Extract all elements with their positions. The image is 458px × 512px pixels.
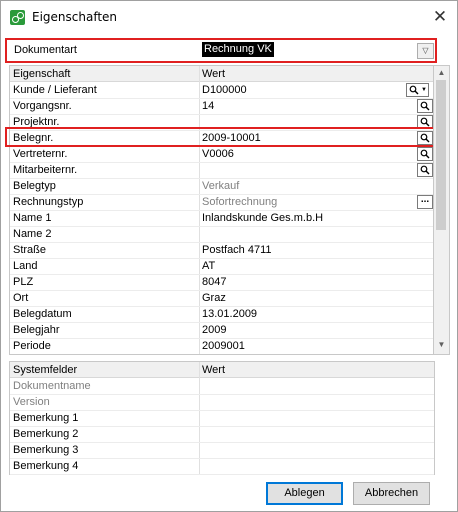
property-label: Ort [13,292,29,304]
document-type-select[interactable]: Rechnung VK [202,42,274,57]
property-label: Projektnr. [13,116,60,128]
property-label: Vertreternr. [13,148,68,160]
system-fields-grid: Systemfelder Wert Dokumentname Version B… [9,361,435,475]
lookup-search-icon[interactable] [417,115,433,129]
property-value: Sofortrechnung [202,196,278,208]
property-label: Periode [13,340,51,352]
lookup-search-icon[interactable] [417,147,433,161]
system-row-version[interactable]: Version [10,394,434,411]
column-header-value: Wert [202,364,226,376]
property-value[interactable]: V0006 [202,148,234,160]
system-field-label: Bemerkung 1 [13,412,79,424]
property-row-ort[interactable]: Ort Graz [10,290,434,307]
property-row-vertreternr[interactable]: Vertreternr. V0006 [10,146,434,163]
properties-scrollbar[interactable]: ▲ ▼ [433,65,450,355]
system-row-dokumentname[interactable]: Dokumentname [10,378,434,395]
property-row-name2[interactable]: Name 2 [10,226,434,243]
document-type-row: Dokumentart Rechnung VK ▽ [5,38,437,63]
column-header-property: Eigenschaft [13,68,71,80]
column-header-systemfelder: Systemfelder [13,364,78,376]
property-value[interactable]: 8047 [202,276,226,288]
lookup-search-icon[interactable] [417,131,433,145]
close-icon[interactable]: ✕ [427,5,453,29]
property-row-plz[interactable]: PLZ 8047 [10,274,434,291]
lookup-search-icon[interactable] [417,163,433,177]
property-row-rechnungstyp[interactable]: Rechnungstyp Sofortrechnung ... [10,194,434,211]
property-label: Name 1 [13,212,52,224]
property-value[interactable]: 13.01.2009 [202,308,257,320]
property-value[interactable]: 14 [202,100,214,112]
property-value: Verkauf [202,180,240,192]
properties-grid-header: Eigenschaft Wert [10,66,434,82]
save-button[interactable]: Ablegen [266,482,343,505]
property-label: Kunde / Lieferant [13,84,97,96]
system-row-bemerkung1[interactable]: Bemerkung 1 [10,410,434,427]
property-label: Belegjahr [13,324,60,336]
lookup-dropdown-icon[interactable]: ▼ [420,83,429,97]
chevron-down-icon[interactable]: ▽ [417,43,434,59]
property-row-periode[interactable]: Periode 2009001 [10,338,434,354]
system-row-bemerkung4[interactable]: Bemerkung 4 [10,458,434,475]
lookup-search-icon[interactable] [417,99,433,113]
column-header-value: Wert [202,68,226,80]
property-value[interactable]: 2009001 [202,340,245,352]
property-row-mitarbeiternr[interactable]: Mitarbeiternr. [10,162,434,179]
property-label: PLZ [13,276,34,288]
property-row-belegdatum[interactable]: Belegdatum 13.01.2009 [10,306,434,323]
property-label: Mitarbeiternr. [13,164,78,176]
property-value[interactable]: Inlandskunde Ges.m.b.H [202,212,323,224]
property-label: Rechnungstyp [13,196,84,208]
property-label: Straße [13,244,47,256]
property-row-vorgangsnr[interactable]: Vorgangsnr. 14 [10,98,434,115]
title-bar: Eigenschaften ✕ [1,1,457,33]
system-field-label: Bemerkung 4 [13,460,79,472]
property-value[interactable]: D100000 [202,84,247,96]
property-row-belegjahr[interactable]: Belegjahr 2009 [10,322,434,339]
property-value[interactable]: AT [202,260,215,272]
property-row-kunde[interactable]: Kunde / Lieferant D100000 ▼ [10,82,434,99]
property-label: Vorgangsnr. [13,100,72,112]
scroll-up-icon[interactable]: ▲ [434,66,449,80]
system-field-label: Dokumentname [13,380,91,392]
window-title: Eigenschaften [32,10,118,24]
property-label: Belegtyp [13,180,56,192]
cancel-button[interactable]: Abbrechen [353,482,430,505]
property-row-belegtyp[interactable]: Belegtyp Verkauf [10,178,434,195]
system-row-bemerkung2[interactable]: Bemerkung 2 [10,426,434,443]
scrollbar-thumb[interactable] [436,80,446,230]
document-type-label: Dokumentart [14,44,77,56]
scroll-down-icon[interactable]: ▼ [434,338,449,352]
app-icon [10,10,25,25]
system-field-label: Version [13,396,50,408]
property-label: Belegdatum [13,308,72,320]
properties-grid: Eigenschaft Wert Kunde / Lieferant D1000… [9,65,435,355]
system-fields-header: Systemfelder Wert [10,362,434,378]
property-label: Name 2 [13,228,52,240]
property-row-belegnr[interactable]: Belegnr. 2009-10001 [10,130,434,147]
property-label: Land [13,260,38,272]
property-value[interactable]: 2009-10001 [202,132,261,144]
ellipsis-button[interactable]: ... [417,195,433,209]
property-row-projektnr[interactable]: Projektnr. [10,114,434,131]
property-value[interactable]: Postfach 4711 [202,244,272,256]
properties-dialog: Eigenschaften ✕ Dokumentart Rechnung VK … [0,0,458,512]
property-value[interactable]: Graz [202,292,226,304]
property-row-strasse[interactable]: Straße Postfach 4711 [10,242,434,259]
property-value[interactable]: 2009 [202,324,226,336]
property-row-land[interactable]: Land AT [10,258,434,275]
system-field-label: Bemerkung 2 [13,428,79,440]
property-label: Belegnr. [13,132,54,144]
system-row-bemerkung3[interactable]: Bemerkung 3 [10,442,434,459]
property-row-name1[interactable]: Name 1 Inlandskunde Ges.m.b.H [10,210,434,227]
system-field-label: Bemerkung 3 [13,444,79,456]
